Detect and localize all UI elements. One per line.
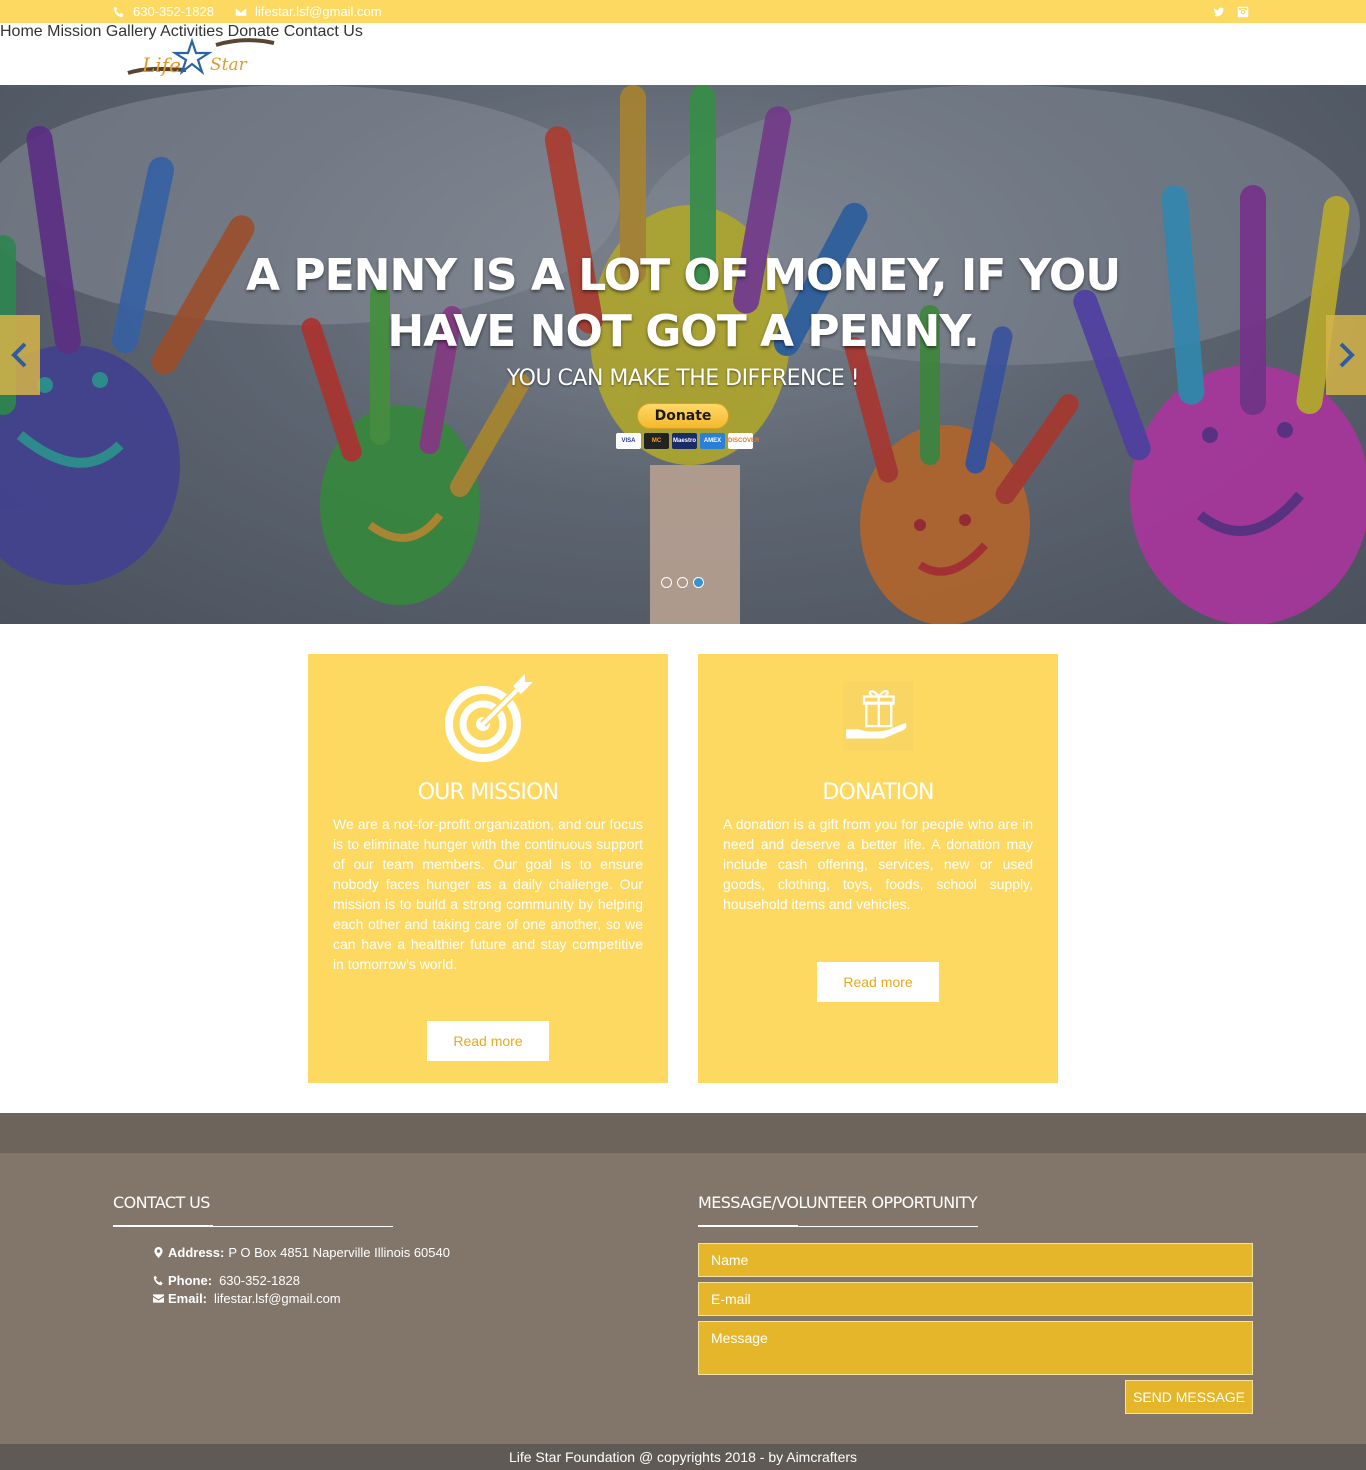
footer-address: Address: P O Box 4851 Naperville Illinoi… <box>153 1245 450 1260</box>
envelope-icon <box>235 7 247 16</box>
svg-text:Life: Life <box>141 53 181 77</box>
message-volunteer-heading: MESSAGE/VOLUNTEER OPPORTUNITY <box>698 1193 978 1212</box>
slider-next-button[interactable] <box>1326 315 1366 395</box>
instagram-icon[interactable] <box>1237 5 1249 18</box>
donation-text: A donation is a gift from you for people… <box>723 816 1033 912</box>
topbar-email-text: lifestar.lsf@gmail.com <box>255 4 382 19</box>
address-value: P O Box 4851 Naperville Illinois 60540 <box>228 1245 450 1260</box>
phone-label: Phone: <box>168 1273 213 1288</box>
footer-email: Email: lifestar.lsf@gmail.com <box>153 1291 341 1306</box>
top-bar: 630-352-1828 lifestar.lsf@gmail.com <box>0 0 1366 23</box>
slider-dot-3[interactable] <box>693 577 704 588</box>
donation-card: DONATION A donation is a gift from you f… <box>698 654 1058 1083</box>
map-marker-icon <box>154 1247 163 1258</box>
email-label: Email: <box>168 1291 208 1306</box>
topbar-email[interactable]: lifestar.lsf@gmail.com <box>235 4 382 19</box>
email-input[interactable]: E-mail <box>698 1282 1253 1316</box>
name-input[interactable]: Name <box>698 1243 1253 1277</box>
hero-subheadline: YOU CAN MAKE THE DIFFRENCE ! <box>506 366 860 391</box>
chevron-right-icon <box>1339 342 1355 368</box>
mission-read-more-button[interactable]: Read more <box>427 1021 549 1061</box>
phone-icon <box>113 6 124 17</box>
discover-card-icon: DISCOVER <box>728 433 759 449</box>
slider-prev-button[interactable] <box>0 315 40 395</box>
phone-value[interactable]: 630-352-1828 <box>219 1273 300 1288</box>
amex-card-icon: AMEX <box>700 433 725 449</box>
mission-card: OUR MISSION We are a not-for-profit orga… <box>308 654 668 1083</box>
site-header: Life Star Home Mission Gallery Activitie… <box>0 23 1366 85</box>
address-label: Address: <box>168 1245 225 1260</box>
target-icon <box>445 674 533 762</box>
slider-dot-2[interactable] <box>677 577 688 588</box>
copyright-bar: Life Star Foundation @ copyrights 2018 -… <box>0 1444 1366 1470</box>
life-star-logo-icon: Life Star <box>127 37 275 77</box>
slider-indicators <box>661 577 704 588</box>
nav-mission[interactable]: Mission <box>47 23 101 40</box>
maestro-card-icon: Maestro <box>672 433 697 449</box>
donation-read-more-button[interactable]: Read more <box>817 962 939 1002</box>
paypal-donate-button[interactable]: Donate <box>637 403 729 429</box>
topbar-phone-text: 630-352-1828 <box>133 4 214 19</box>
contact-heading-underline <box>113 1225 393 1227</box>
mission-text: We are a not-for-profit organization, an… <box>333 816 643 972</box>
phone-icon <box>153 1275 163 1286</box>
contact-us-heading: CONTACT US <box>113 1193 210 1212</box>
hero-slider: A PENNY IS A LOT OF MONEY, IF YOU HAVE N… <box>0 85 1366 624</box>
topbar-phone[interactable]: 630-352-1828 <box>113 4 214 19</box>
chevron-left-icon <box>11 342 27 368</box>
donation-title: DONATION <box>822 780 934 805</box>
slider-dot-1[interactable] <box>661 577 672 588</box>
message-textarea[interactable]: Message <box>698 1321 1253 1375</box>
mastercard-icon: MC <box>644 433 669 449</box>
gift-in-hand-icon <box>843 681 913 751</box>
hero-headline: A PENNY IS A LOT OF MONEY, IF YOU HAVE N… <box>245 250 1121 357</box>
site-footer: CONTACT US Address: P O Box 4851 Napervi… <box>0 1153 1366 1444</box>
visa-card-icon: VISA <box>616 433 641 449</box>
form-heading-underline <box>698 1225 978 1227</box>
send-message-button[interactable]: SEND MESSAGE <box>1125 1380 1253 1414</box>
envelope-icon <box>153 1294 164 1303</box>
footer-top-band <box>0 1113 1366 1153</box>
mission-title: OUR MISSION <box>417 780 559 805</box>
footer-phone: Phone: 630-352-1828 <box>153 1273 300 1288</box>
payment-card-logos: VISA MC Maestro AMEX DISCOVER <box>616 433 759 449</box>
svg-text:Star: Star <box>210 55 248 75</box>
twitter-icon[interactable] <box>1213 5 1225 17</box>
nav-contact-us[interactable]: Contact Us <box>284 23 363 40</box>
nav-home[interactable]: Home <box>0 23 43 40</box>
email-value[interactable]: lifestar.lsf@gmail.com <box>214 1291 341 1306</box>
site-logo[interactable]: Life Star <box>126 37 276 81</box>
